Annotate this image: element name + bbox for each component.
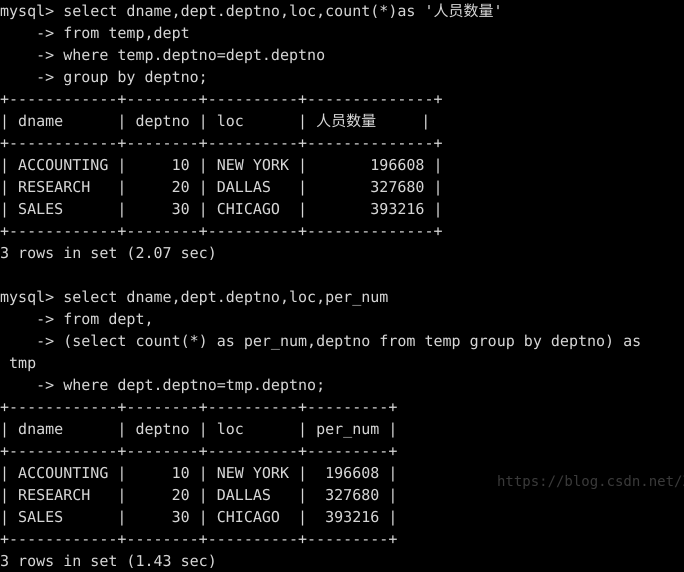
console-line: tmp — [0, 354, 37, 372]
console-line: -> where temp.deptno=dept.deptno — [0, 46, 326, 64]
console-line: +------------+--------+----------+------… — [0, 222, 443, 240]
console-line: | dname | deptno | loc | per_num | — [0, 420, 398, 438]
console-line: | dname | deptno | loc | 人员数量 | — [0, 112, 431, 130]
console-line: +------------+--------+----------+------… — [0, 530, 398, 548]
console-line: -> (select count(*) as per_num,deptno fr… — [0, 332, 642, 350]
console-line: mysql> select dname,dept.deptno,loc,per_… — [0, 288, 389, 306]
console-line: 3 rows in set (2.07 sec) — [0, 244, 217, 262]
console-line: 3 rows in set (1.43 sec) — [0, 552, 217, 570]
console-line: +------------+--------+----------+------… — [0, 134, 443, 152]
console-line: mysql> select dname,dept.deptno,loc,coun… — [0, 2, 503, 20]
console-line: | SALES | 30 | CHICAGO | 393216 | — [0, 508, 398, 526]
console-line: | RESEARCH | 20 | DALLAS | 327680 | — [0, 178, 443, 196]
console-line: | ACCOUNTING | 10 | NEW YORK | 196608 | — [0, 156, 443, 174]
console-line: | SALES | 30 | CHICAGO | 393216 | — [0, 200, 443, 218]
terminal-window[interactable]: mysql> select dname,dept.deptno,loc,coun… — [0, 0, 684, 570]
console-line: -> where dept.deptno=tmp.deptno; — [0, 376, 326, 394]
console-line: +------------+--------+----------+------… — [0, 90, 443, 108]
watermark-url: https://blog.csdn.net/ZWE7616175 — [497, 474, 684, 490]
console-line: -> from dept, — [0, 310, 154, 328]
console-line: -> from temp,dept — [0, 24, 190, 42]
console-line: +------------+--------+----------+------… — [0, 398, 398, 416]
console-line: -> group by deptno; — [0, 68, 208, 86]
console-line: +------------+--------+----------+------… — [0, 442, 398, 460]
